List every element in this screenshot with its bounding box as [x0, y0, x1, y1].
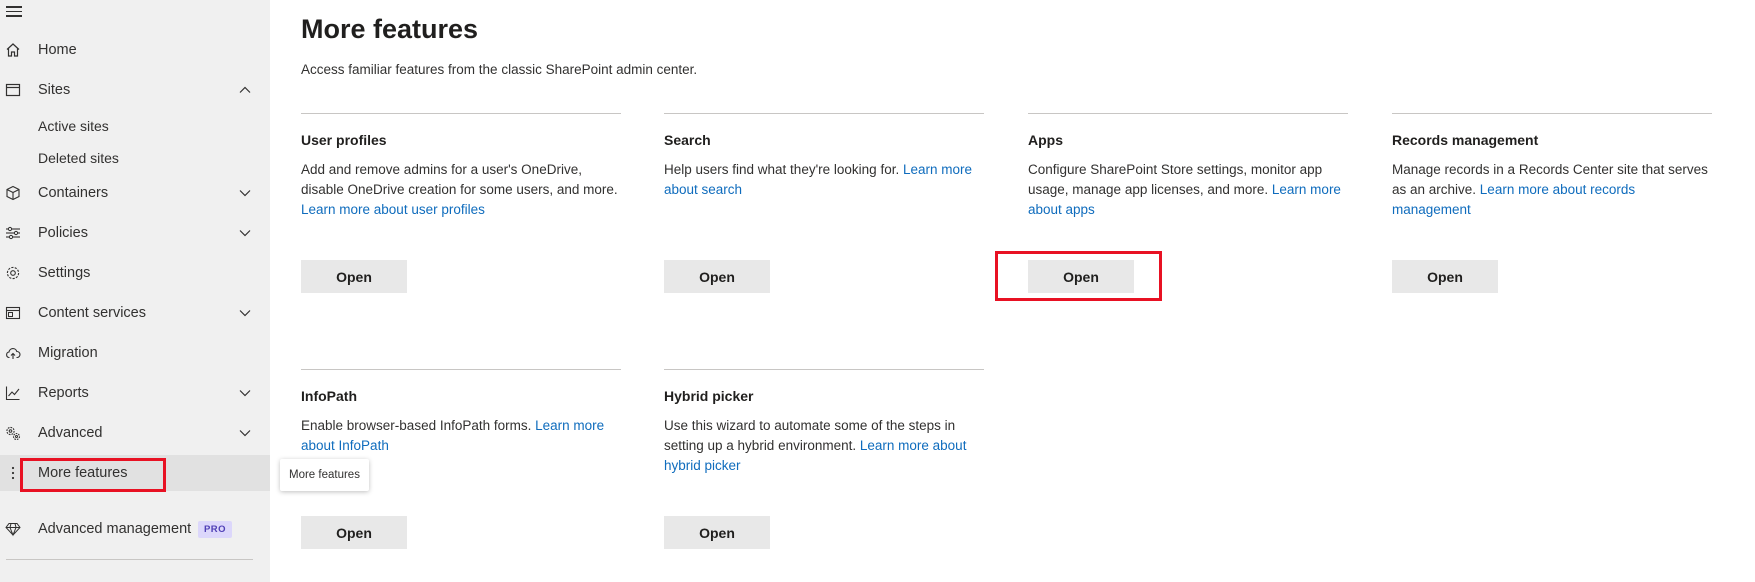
card-title: Records management [1392, 132, 1539, 148]
card-divider [664, 369, 984, 370]
chevron-down-icon[interactable] [238, 306, 252, 320]
nav-item-home[interactable]: Home [0, 32, 270, 68]
highlight-box-apps-open [995, 251, 1162, 301]
nav-label-advanced: Advanced [38, 425, 103, 441]
gears-icon [4, 424, 22, 442]
learn-more-link[interactable]: Learn more about user profiles [301, 202, 485, 217]
chevron-down-icon[interactable] [238, 226, 252, 240]
card-title: InfoPath [301, 388, 357, 404]
card-desc-text: Add and remove admins for a user's OneDr… [301, 162, 618, 197]
content-services-icon [4, 304, 22, 322]
card-description: Manage records in a Records Center site … [1392, 160, 1712, 220]
gear-icon [4, 264, 22, 282]
card-desc-text: Enable browser-based InfoPath forms. [301, 418, 536, 433]
chart-icon [4, 384, 22, 402]
nav-label-reports: Reports [38, 385, 89, 401]
nav-label-home: Home [38, 42, 77, 58]
nav-label-containers: Containers [38, 185, 109, 201]
card-records-management: Records management Manage records in a R… [1392, 113, 1712, 293]
nav-label-sites: Sites [38, 82, 71, 98]
chevron-up-icon[interactable] [238, 83, 252, 97]
pro-badge: PRO [198, 521, 232, 538]
chevron-down-icon[interactable] [238, 426, 252, 440]
open-button[interactable]: Open [1392, 260, 1498, 293]
open-button[interactable]: Open [664, 260, 770, 293]
nav-label-content-services: Content services [38, 305, 146, 321]
card-user-profiles: User profiles Add and remove admins for … [301, 113, 621, 293]
nav-label-migration: Migration [38, 345, 98, 361]
page-subtitle: Access familiar features from the classi… [301, 62, 698, 77]
nav-label-advanced-management: Advanced management [38, 521, 192, 537]
nav-item-content-services[interactable]: Content services [0, 295, 270, 331]
open-button[interactable]: Open [301, 260, 407, 293]
nav-label-settings: Settings [38, 265, 91, 281]
card-search: Search Help users find what they're look… [664, 113, 984, 293]
card-divider [1028, 113, 1348, 114]
sidebar-divider [6, 559, 253, 560]
left-navigation: Home Sites Active sites Deleted sites Co… [0, 0, 270, 582]
chevron-down-icon[interactable] [238, 386, 252, 400]
cloud-upload-icon [4, 344, 22, 362]
nav-item-containers[interactable]: Containers [0, 175, 270, 211]
nav-subitem-deleted-sites[interactable]: Deleted sites [38, 150, 119, 166]
sliders-icon [4, 224, 22, 242]
home-icon [4, 41, 22, 59]
card-divider [301, 113, 621, 114]
nav-item-reports[interactable]: Reports [0, 375, 270, 411]
card-description: Use this wizard to automate some of the … [664, 416, 984, 476]
card-description: Enable browser-based InfoPath forms. Lea… [301, 416, 621, 456]
nav-item-migration[interactable]: Migration [0, 335, 270, 371]
nav-item-settings[interactable]: Settings [0, 255, 270, 291]
card-desc-text: Help users find what they're looking for… [664, 162, 903, 177]
highlight-box-more-features [20, 458, 166, 492]
card-description: Help users find what they're looking for… [664, 160, 984, 200]
nav-subitem-active-sites[interactable]: Active sites [38, 118, 109, 134]
chevron-down-icon[interactable] [238, 186, 252, 200]
card-infopath: InfoPath Enable browser-based InfoPath f… [301, 369, 621, 549]
page-title: More features [301, 14, 479, 44]
card-title: User profiles [301, 132, 387, 148]
card-title: Hybrid picker [664, 388, 754, 404]
open-button[interactable]: Open [664, 516, 770, 549]
nav-item-advanced[interactable]: Advanced [0, 415, 270, 451]
card-divider [301, 369, 621, 370]
card-description: Configure SharePoint Store settings, mon… [1028, 160, 1348, 220]
nav-label-policies: Policies [38, 225, 88, 241]
card-title: Apps [1028, 132, 1063, 148]
card-description: Add and remove admins for a user's OneDr… [301, 160, 621, 220]
card-divider [664, 113, 984, 114]
hamburger-menu-icon[interactable] [6, 3, 22, 17]
open-button[interactable]: Open [301, 516, 407, 549]
cube-icon [4, 184, 22, 202]
diamond-icon [4, 520, 22, 538]
card-title: Search [664, 132, 711, 148]
sites-icon [4, 81, 22, 99]
card-divider [1392, 113, 1712, 114]
nav-item-sites[interactable]: Sites [0, 72, 270, 108]
nav-item-policies[interactable]: Policies [0, 215, 270, 251]
card-hybrid-picker: Hybrid picker Use this wizard to automat… [664, 369, 984, 549]
